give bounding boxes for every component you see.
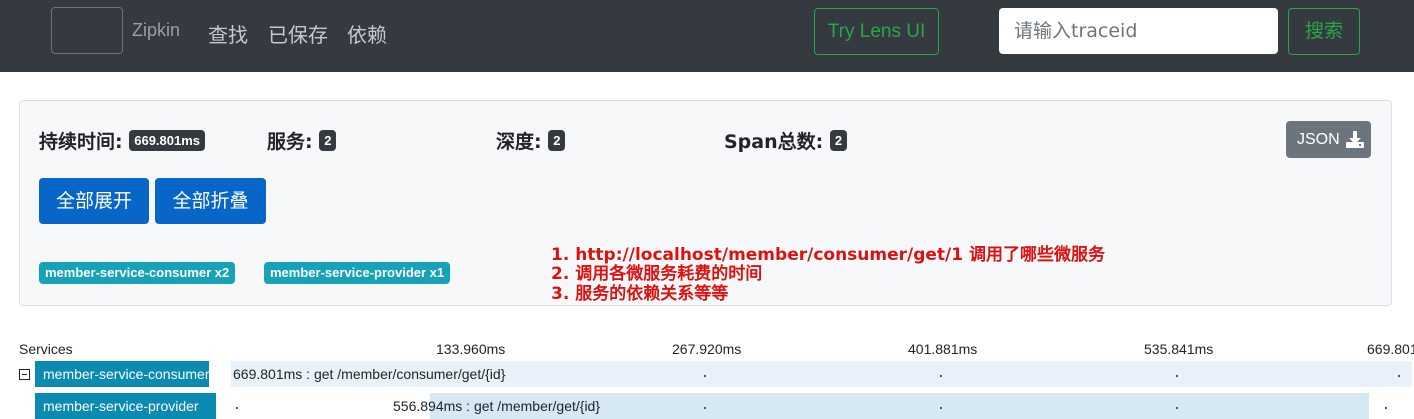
services-column-header: Services [19,341,73,357]
span-count-stat: Span总数: 2 [724,127,848,154]
nav-item-saved[interactable]: 已保存 [268,19,328,48]
duration-badge: 669.801ms [129,130,206,151]
depth-label: 深度: [496,131,542,153]
gridline-dot [704,375,706,377]
duration-stat: 持续时间: 669.801ms [39,127,206,154]
nav-item-search[interactable]: 查找 [208,19,248,48]
annotation-line-2: 2. 调用各微服务耗费的时间 [551,264,763,284]
navbar: Zipkin 查找 已保存 依赖 Try Lens UI 搜索 [0,0,1414,72]
span-service-label[interactable]: member-service-consumer [35,361,209,387]
annotation-line-3: 3. 服务的依赖关系等等 [551,284,729,304]
download-icon [1346,131,1364,148]
gridline-dot [1385,407,1387,409]
gridline-dot [940,375,942,377]
collapse-all-button[interactable]: 全部折叠 [155,178,266,224]
tick-label: 669.801ms [1367,341,1414,357]
span-count-badge: 2 [829,130,848,151]
depth-badge: 2 [548,130,566,151]
tick-label: 267.920ms [672,341,742,357]
annotation-line-1: 1. http://localhost/member/consumer/get/… [551,245,1106,265]
gridline-dot [1176,407,1178,409]
gridline-dot [1176,375,1178,377]
duration-label: 持续时间: [39,131,123,153]
collapse-toggle-icon[interactable] [19,369,30,380]
span-service-label[interactable]: member-service-provider [35,393,216,419]
tick-label: 133.960ms [436,341,506,357]
service-badge-consumer[interactable]: member-service-consumer x2 [39,262,236,284]
span-description: 669.801ms : get /member/consumer/get/{id… [233,366,506,382]
service-badge-provider[interactable]: member-service-provider x1 [264,262,451,284]
brand-name[interactable]: Zipkin [132,20,180,41]
depth-stat: 深度: 2 [496,127,566,154]
gridline-dot [940,407,942,409]
span-description: 556.894ms : get /member/get/{id} [393,398,601,414]
try-lens-ui-button[interactable]: Try Lens UI [814,8,939,55]
span-count-label: Span总数: [724,131,824,153]
expand-all-button[interactable]: 全部展开 [39,178,149,224]
search-button[interactable]: 搜索 [1288,8,1360,55]
gridline-dot [236,407,238,409]
services-label: 服务: [267,131,313,153]
json-button-label: JSON [1297,131,1340,148]
services-stat: 服务: 2 [267,127,337,154]
tick-label: 401.881ms [908,341,978,357]
json-download-button[interactable]: JSON [1286,121,1371,158]
logo[interactable] [51,7,123,54]
gridline-dot [1398,375,1400,377]
traceid-search-input[interactable] [999,8,1278,54]
tick-label: 535.841ms [1144,341,1214,357]
nav-item-dependencies[interactable]: 依赖 [347,19,387,48]
services-badge: 2 [319,130,337,151]
gridline-dot [704,407,706,409]
